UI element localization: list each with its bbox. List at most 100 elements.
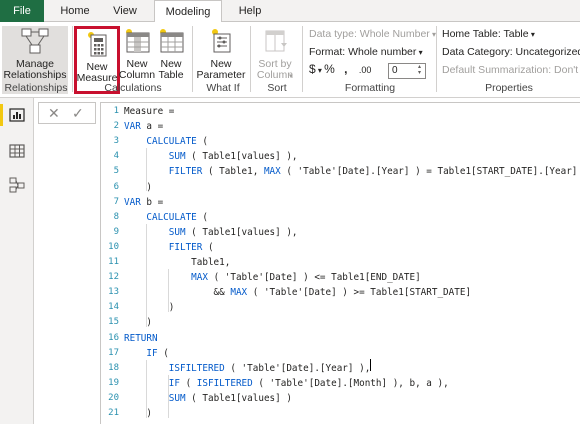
code-line: FILTER ( [168,241,214,253]
ribbon-separator [192,26,193,92]
code-line: ISFILTERED ( 'Table'[Date].[Year] ), [168,362,371,374]
line-number: 8 [113,211,119,222]
parameter-icon [206,26,236,56]
chevron-down-icon: ▾ [289,73,293,80]
code-line: Measure = [124,106,175,117]
model-view-icon[interactable] [8,176,26,194]
line-number: 2 [113,121,119,132]
line-number: 13 [108,287,119,298]
data-type-label: Data type: Whole Number [309,28,430,40]
tab-help[interactable]: Help [228,0,272,22]
percent-button[interactable]: % [324,62,335,76]
home-table-dropdown[interactable]: Home Table: Table ▾ [442,28,535,40]
dax-formula-editor[interactable]: 1 Measure = 2 VAR a = 3 CALCULATE ( 4 SUM ( T… [100,102,580,424]
active-view-indicator [0,104,3,126]
line-number: 17 [108,347,119,358]
new-parameter-label-2: Parameter [196,69,246,81]
line-number: 6 [113,181,119,192]
currency-button[interactable]: $ [309,62,316,76]
code-line: CALCULATE ( [146,211,208,223]
code-line: SUM ( Table1[values] ), [168,151,298,163]
chevron-down-icon: ▾ [315,66,325,75]
code-line: ) [124,317,152,329]
number-format-row: $ ▾ % , .00 [309,62,371,76]
line-number: 12 [108,272,119,283]
new-column-icon [122,26,152,56]
tab-modeling[interactable]: Modeling [154,0,222,23]
data-category-dropdown[interactable]: Data Category: Uncategorized ▾ [442,46,580,58]
line-number: 7 [113,196,119,207]
line-number: 5 [113,166,119,177]
default-summarization-dropdown[interactable]: Default Summarization: Don't su [442,64,580,76]
data-view-icon[interactable] [8,142,26,160]
code-line: VAR a = [124,121,164,133]
group-label-relationships: Relationships [4,82,68,94]
new-table-icon [156,26,186,56]
relationships-icon [20,26,50,56]
commit-icon[interactable]: ✓ [72,105,84,122]
ribbon-separator [250,26,251,92]
formula-bar-actions: ✕ ✓ [38,102,96,124]
line-number: 16 [108,332,119,343]
group-label-formatting: Formatting [344,82,396,94]
calculator-icon [82,29,112,59]
ribbon-tab-bar: File Home View Modeling Help [0,0,580,23]
decimal-stepper-icon[interactable]: ▴ ▾ [418,64,421,76]
ribbon: Manage Relationships New Measure New Col… [0,22,580,98]
line-number: 21 [108,408,119,418]
tab-file[interactable]: File [0,0,44,22]
line-number: 20 [108,392,119,403]
data-category-label: Data Category: Uncategorized [442,46,580,58]
new-table-label-2: Table [158,69,184,81]
group-label-calculations: Calculations [104,82,162,94]
line-number: 14 [108,302,119,313]
code-line: IF ( ISFILTERED ( 'Table'[Date].[Month] … [168,377,449,389]
line-number: 3 [113,136,119,147]
code-line: MAX ( 'Table'[Date] ) <= Table1[END_DATE… [191,272,421,284]
code-line: CALCULATE ( [146,136,208,148]
chevron-down-icon: ▾ [528,30,535,39]
view-switcher [0,98,34,424]
group-label-properties: Properties [485,82,533,94]
code-line: VAR b = [124,196,164,208]
code-line: ) [124,181,152,193]
cancel-icon[interactable]: ✕ [48,105,60,122]
new-column-label-2: Column [118,69,156,81]
data-type-dropdown[interactable]: Data type: Whole Number ▾ [309,28,436,40]
tab-home[interactable]: Home [52,0,98,22]
manage-relationships-label-2: Relationships [3,69,67,81]
line-number: 1 [113,106,119,116]
line-number: 10 [108,241,119,252]
line-number: 9 [113,226,119,237]
code-line: && MAX ( 'Table'[Date] ) >= Table1[START… [124,287,472,299]
code-line: FILTER ( Table1, MAX ( 'Table'[Date].[Ye… [168,166,580,178]
home-table-label: Home Table: Table [442,28,529,40]
sort-by-column-label-2: Column [256,69,294,81]
text-cursor [370,359,371,371]
format-label: Format: Whole number [309,46,417,58]
ribbon-separator [302,26,303,92]
ribbon-separator [436,26,437,92]
code-line: IF ( [146,347,169,359]
code-line: ) [124,302,175,314]
code-line: ) [124,408,152,419]
ribbon-separator [72,26,73,92]
code-line: RETURN [124,332,158,344]
line-number: 15 [108,317,119,328]
group-label-sort: Sort [267,82,287,94]
report-view-icon[interactable] [8,106,26,124]
line-number: 18 [108,362,119,373]
sort-by-column-icon [260,26,290,56]
decimal-places-icon[interactable]: .00 [359,65,372,75]
group-label-what-if: What If [206,82,240,94]
format-dropdown[interactable]: Format: Whole number ▾ [309,46,423,58]
tab-view[interactable]: View [104,0,146,22]
code-line: SUM ( Table1[values] ), [168,226,298,238]
default-summarization-label: Default Summarization: Don't su [442,64,580,76]
code-line: Table1, [124,257,231,268]
comma-button[interactable]: , [344,62,347,76]
line-number: 11 [108,257,119,267]
code-line: SUM ( Table1[values] ) [168,392,292,404]
line-number: 4 [113,151,119,162]
line-number: 19 [108,377,119,388]
